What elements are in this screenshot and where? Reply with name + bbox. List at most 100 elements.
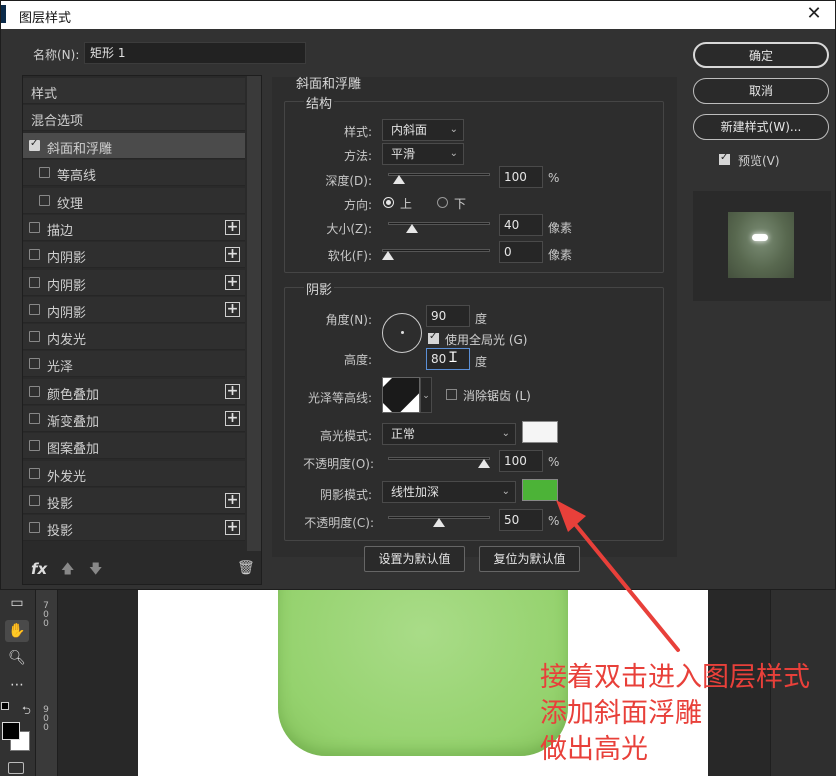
depth-label: 深度(D):	[325, 174, 372, 188]
trash-icon[interactable]: 🗑	[237, 560, 255, 576]
style-item-checkbox[interactable]	[29, 385, 40, 397]
style-item-checkbox[interactable]	[29, 276, 40, 288]
style-list-scrollbar[interactable]	[247, 76, 261, 551]
method-dropdown[interactable]: 平滑 ⌄	[382, 143, 464, 165]
add-effect-icon[interactable]: +	[225, 383, 240, 399]
style-item-checkbox[interactable]	[29, 331, 40, 343]
add-effect-icon[interactable]: +	[225, 219, 240, 235]
soften-slider[interactable]	[382, 246, 490, 260]
style-item-checkbox[interactable]	[29, 358, 40, 370]
move-down-icon[interactable]: 🡇	[89, 560, 102, 582]
style-item-checkbox[interactable]	[29, 221, 40, 233]
shadow-opacity-slider[interactable]	[388, 513, 490, 527]
style-item[interactable]: 颜色叠加 +	[23, 378, 245, 405]
direction-up-radio[interactable]	[383, 197, 394, 208]
style-item[interactable]: 等高线	[23, 160, 245, 187]
more-tools-icon[interactable]: ⋯	[5, 674, 29, 696]
preview-label: 预览(V)	[738, 154, 780, 168]
style-item[interactable]: 斜面和浮雕	[23, 133, 245, 159]
style-item[interactable]: 光泽	[23, 351, 245, 378]
style-item-checkbox[interactable]	[29, 138, 40, 151]
anti-aliased-checkbox[interactable]	[446, 389, 457, 400]
style-item-checkbox[interactable]	[29, 249, 40, 261]
chevron-down-icon[interactable]: ⌄	[420, 377, 432, 413]
bevel-emboss-title: 斜面和浮雕	[296, 77, 362, 92]
direction-down-radio[interactable]	[437, 197, 448, 208]
quick-mask-icon[interactable]	[8, 762, 24, 774]
style-item[interactable]: 内阴影 +	[23, 269, 245, 296]
styles-header[interactable]: 样式	[23, 78, 245, 104]
highlight-mode-dropdown[interactable]: 正常 ⌄	[382, 423, 516, 445]
highlight-color-swatch[interactable]	[522, 421, 558, 443]
add-effect-icon[interactable]: +	[225, 492, 240, 508]
bevel-style-dropdown[interactable]: 内斜面 ⌄	[382, 119, 464, 141]
gloss-contour-preview[interactable]	[382, 377, 420, 413]
highlight-opacity-input[interactable]: 100	[499, 450, 543, 472]
style-item-checkbox[interactable]	[29, 413, 40, 424]
soften-input[interactable]: 0	[499, 241, 543, 263]
angle-dial[interactable]	[382, 313, 422, 353]
angle-input[interactable]: 90	[426, 305, 470, 327]
style-item-label: 投影	[47, 496, 74, 512]
new-style-button[interactable]: 新建样式(W)...	[693, 114, 829, 140]
cancel-button[interactable]: 取消	[693, 78, 829, 104]
bevel-emboss-panel: 斜面和浮雕 结构 样式: 内斜面 ⌄ 方法: 平滑 ⌄ 深度(D): 100 % 方…	[272, 77, 677, 557]
style-item[interactable]: 内阴影 +	[23, 296, 245, 323]
hand-tool-icon[interactable]: ✋	[5, 620, 29, 642]
highlight-opacity-slider[interactable]	[388, 454, 490, 468]
style-item-checkbox[interactable]	[39, 194, 50, 206]
preview-checkbox[interactable]	[719, 152, 730, 165]
style-item[interactable]: 投影 +	[23, 487, 245, 514]
text-cursor-icon: Ｉ	[446, 350, 460, 366]
size-slider-thumb[interactable]	[406, 224, 418, 233]
style-item[interactable]: 内阴影 +	[23, 242, 245, 269]
style-item-label: 渐变叠加	[47, 415, 100, 430]
zoom-tool-icon[interactable]: 🔍︎	[5, 647, 29, 669]
layer-name-input[interactable]: 矩形 1	[84, 42, 306, 64]
add-effect-icon[interactable]: +	[225, 301, 240, 317]
shadow-opacity-thumb[interactable]	[433, 518, 445, 527]
ruler-label: 7 0 0	[43, 601, 49, 629]
style-item[interactable]: 外发光	[23, 460, 245, 487]
size-input[interactable]: 40	[499, 214, 543, 236]
chevron-down-icon: ⌄	[449, 124, 458, 135]
swap-colors-icon[interactable]: ⮌	[22, 702, 31, 721]
add-effect-icon[interactable]: +	[225, 274, 240, 290]
depth-slider[interactable]	[388, 170, 490, 184]
add-effect-icon[interactable]: +	[225, 247, 240, 263]
make-default-button[interactable]: 设置为默认值	[364, 546, 465, 572]
style-item[interactable]: 描边 +	[23, 214, 245, 241]
add-effect-icon[interactable]: +	[225, 411, 240, 426]
style-item[interactable]: 渐变叠加 +	[23, 406, 245, 432]
direction-down-label: 下	[454, 197, 467, 211]
move-up-icon[interactable]: 🡅	[61, 560, 74, 582]
size-slider[interactable]	[388, 219, 490, 233]
default-colors-icon[interactable]	[1, 702, 9, 710]
style-item-checkbox[interactable]	[29, 303, 40, 315]
close-icon[interactable]: ✕	[803, 3, 825, 24]
blending-options-item[interactable]: 混合选项	[23, 105, 245, 131]
rectangle-tool-icon[interactable]: ▭	[5, 592, 29, 614]
style-item-checkbox[interactable]	[29, 494, 40, 506]
style-item-checkbox[interactable]	[29, 522, 40, 534]
style-item[interactable]: 投影 +	[23, 515, 245, 542]
style-preview-thumbnail	[728, 212, 794, 278]
style-item-checkbox[interactable]	[39, 167, 50, 179]
style-item[interactable]: 纹理	[23, 187, 245, 214]
highlight-opacity-thumb[interactable]	[478, 459, 490, 468]
shadow-opacity-input[interactable]: 50	[499, 509, 543, 531]
style-item[interactable]: 内发光	[23, 324, 245, 351]
highlight-opacity-label: 不透明度(O):	[303, 457, 374, 471]
add-effect-icon[interactable]: +	[225, 520, 240, 536]
style-item[interactable]: 图案叠加	[23, 433, 245, 460]
soften-slider-thumb[interactable]	[382, 251, 394, 260]
foreground-color-swatch[interactable]	[2, 722, 20, 740]
ok-button[interactable]: 确定	[693, 42, 829, 68]
style-item-checkbox[interactable]	[29, 440, 40, 452]
fx-icon[interactable]: fx	[31, 560, 47, 578]
style-item-checkbox[interactable]	[29, 467, 40, 479]
depth-slider-thumb[interactable]	[392, 175, 405, 184]
depth-input[interactable]: 100	[499, 166, 543, 188]
shadow-mode-dropdown[interactable]: 线性加深 ⌄	[382, 481, 516, 503]
global-light-checkbox[interactable]	[428, 331, 439, 344]
